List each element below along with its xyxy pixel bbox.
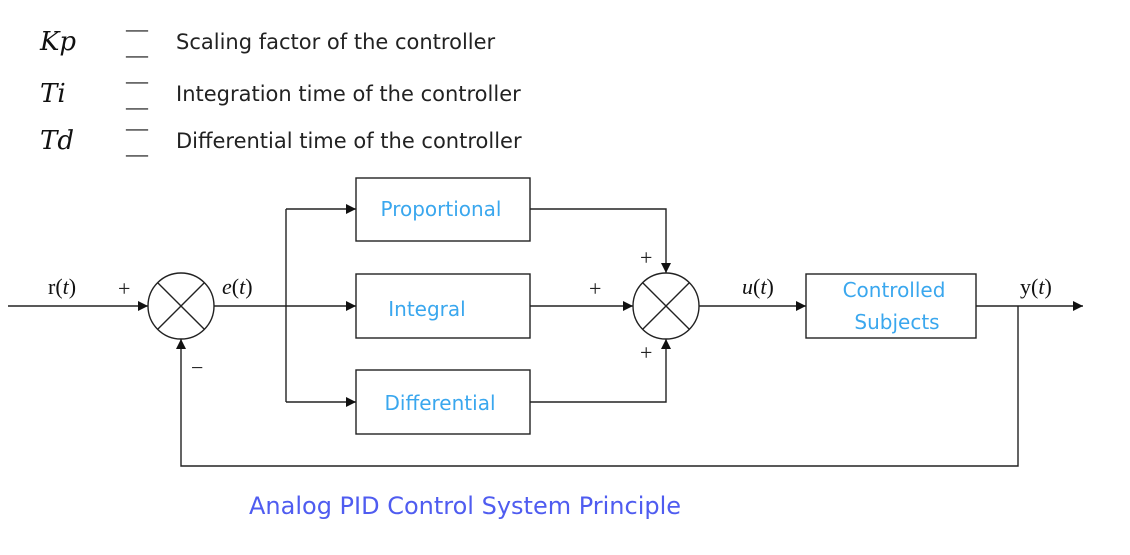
summing-junction-control bbox=[632, 272, 700, 340]
input-signal-label: r(t) bbox=[48, 274, 76, 299]
sum1-minus-sign: − bbox=[191, 355, 203, 380]
sum2-left-plus-sign: + bbox=[589, 276, 601, 301]
control-signal-label: u(t) bbox=[742, 274, 774, 299]
output-signal-label: y(t) bbox=[1020, 274, 1052, 299]
controlled-subjects-label-line1: Controlled bbox=[843, 278, 946, 302]
sum1-plus-sign: + bbox=[118, 276, 130, 301]
error-signal-label: e(t) bbox=[222, 274, 253, 299]
differential-label: Differential bbox=[384, 391, 495, 415]
sum2-bottom-plus-sign: + bbox=[640, 340, 652, 365]
proportional-label: Proportional bbox=[380, 197, 501, 221]
sum2-top-plus-sign: + bbox=[640, 245, 652, 270]
pid-block-diagram: Proportional Integral Differential Contr… bbox=[8, 177, 1083, 467]
controlled-subjects-label-line2: Subjects bbox=[854, 310, 939, 334]
summing-junction-error bbox=[147, 272, 215, 340]
integral-label: Integral bbox=[388, 297, 465, 321]
diagram-caption: Analog PID Control System Principle bbox=[249, 492, 682, 520]
